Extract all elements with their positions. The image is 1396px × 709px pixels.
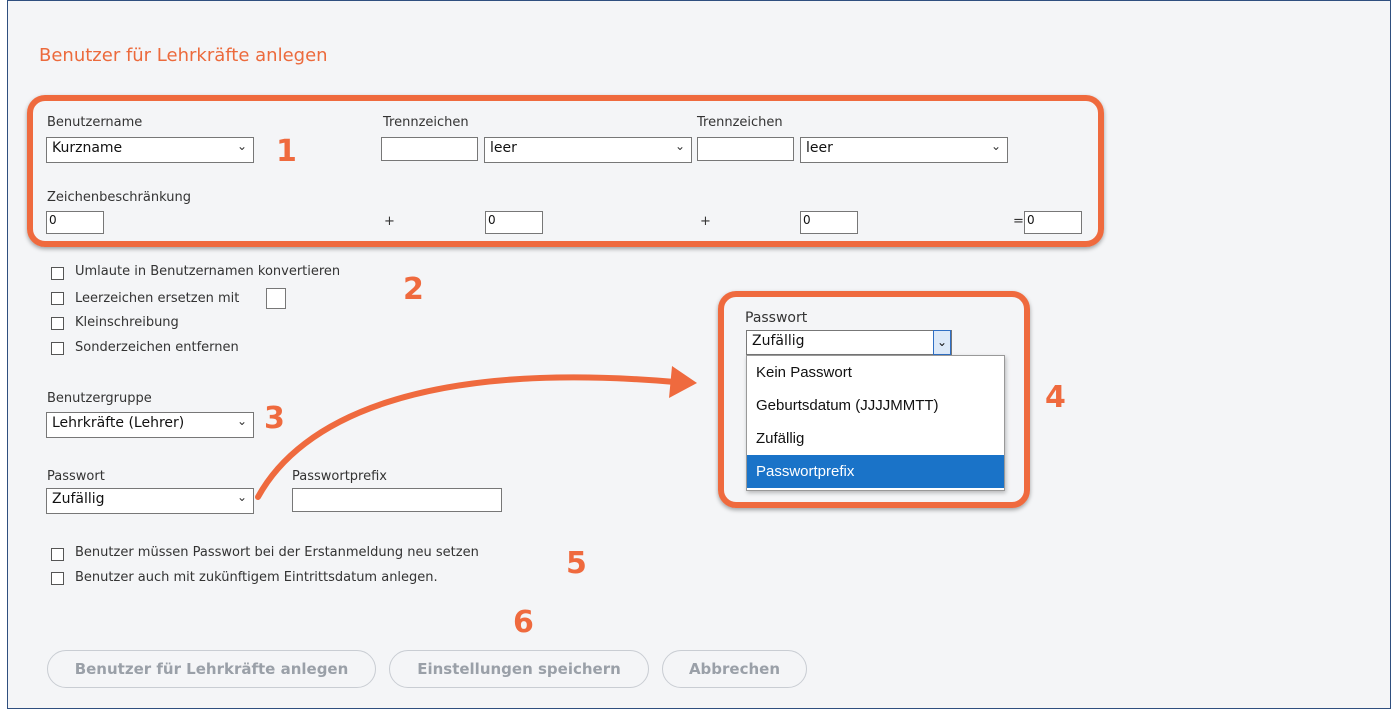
highlight-box-4 <box>718 291 1030 508</box>
curved-arrow <box>255 366 697 500</box>
annotation-number-4: 4 <box>1045 380 1066 415</box>
